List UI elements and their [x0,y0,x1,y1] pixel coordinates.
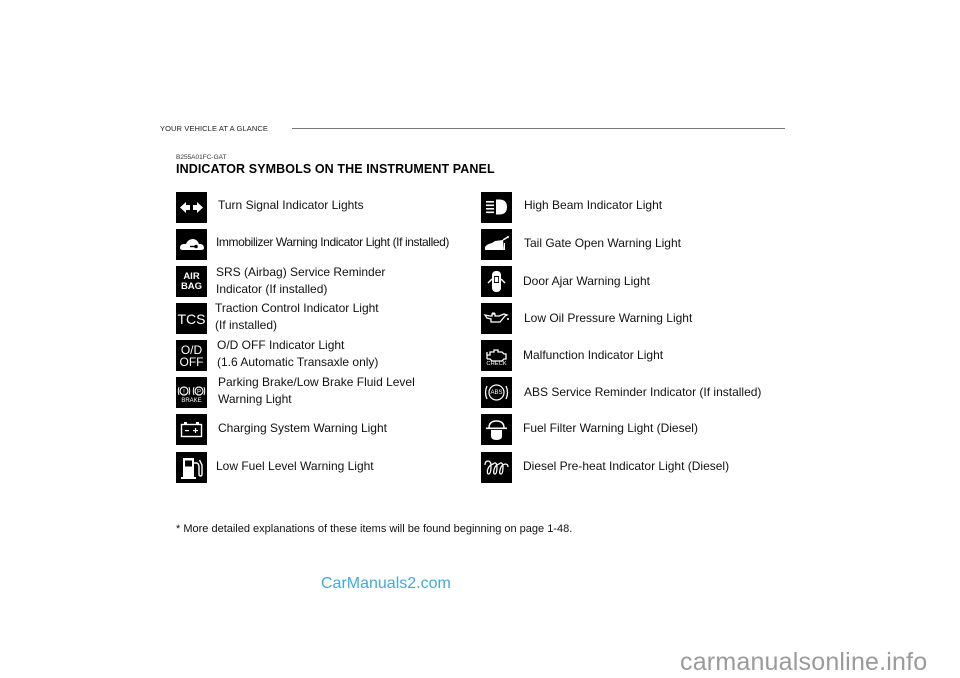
icon-text: ABS [490,389,503,396]
label-line: Traction Control Indicator Light [215,301,379,315]
left-item-3-label: SRS (Airbag) Service Reminder Indicator … [216,264,385,298]
icon-text: O/D [180,342,203,357]
label-line: (If installed) [215,318,278,332]
left-item-7-label: Charging System Warning Light [218,420,387,437]
running-head-rule [292,128,785,129]
right-item-3-label: Door Ajar Warning Light [523,273,650,290]
left-item-1-label: Turn Signal Indicator Lights [218,197,364,214]
right-item-5-label: Malfunction Indicator Light [523,347,663,364]
airbag-icon: AIR BAG [176,266,207,297]
high-beam-icon [481,192,512,223]
door-ajar-icon [481,266,512,297]
label-line: Low Fuel Level Warning Light [216,459,374,473]
label-line: Fuel Filter Warning Light (Diesel) [523,421,698,435]
section-code: B255A01FC-GAT [176,154,227,161]
right-item-2-label: Tail Gate Open Warning Light [524,235,681,252]
check-engine-icon: CHECK [481,340,512,371]
label-line: (1.6 Automatic Transaxle only) [217,355,379,369]
right-item-7-label: Fuel Filter Warning Light (Diesel) [523,420,698,437]
watermark-carmanualsonline[interactable]: carmanualsonline.info [680,648,927,677]
label-line: Turn Signal Indicator Lights [218,198,364,212]
label-line: SRS (Airbag) Service Reminder [216,265,386,279]
label-line: O/D OFF Indicator Light [217,338,345,352]
brake-icon: ! P BRAKE [176,377,207,408]
left-item-5-label: O/D OFF Indicator Light (1.6 Automatic T… [217,337,378,371]
left-item-8-label: Low Fuel Level Warning Light [216,458,374,475]
battery-icon [176,414,207,445]
fuel-filter-icon [481,414,512,445]
label-line: Immobilizer Warning Indicator Light (If … [216,235,449,249]
left-item-4-label: Traction Control Indicator Light (If ins… [215,300,379,334]
fuel-pump-icon [176,452,207,483]
abs-icon: ABS [481,377,512,408]
icon-text: OFF [179,354,204,369]
label-line: Low Oil Pressure Warning Light [524,311,693,325]
label-line: Door Ajar Warning Light [523,274,650,288]
label-line: Diesel Pre-heat Indicator Light (Diesel) [523,459,730,473]
label-line: High Beam Indicator Light [524,198,663,212]
glow-plug-icon [481,452,512,483]
svg-text:P: P [197,389,201,395]
tail-gate-icon [481,229,512,260]
left-item-2-label: Immobilizer Warning Indicator Light (If … [216,234,449,251]
running-head: YOUR VEHICLE AT A GLANCE [160,124,268,133]
page-title: INDICATOR SYMBOLS ON THE INSTRUMENT PANE… [176,162,495,176]
label-line: Parking Brake/Low Brake Fluid Level [218,375,415,389]
icon-text: BRAKE [181,397,202,404]
immobilizer-icon [176,229,207,260]
tcs-icon: TCS [176,303,207,334]
right-item-4-label: Low Oil Pressure Warning Light [524,310,692,327]
right-item-1-label: High Beam Indicator Light [524,197,662,214]
label-line: ABS Service Reminder Indicator (If insta… [524,385,762,399]
od-off-icon: O/D OFF [176,340,207,371]
label-line: Tail Gate Open Warning Light [524,236,681,250]
oil-can-icon [481,303,512,334]
turn-signal-icon [176,192,207,223]
icon-text: BAG [180,280,203,292]
right-item-6-label: ABS Service Reminder Indicator (If insta… [524,384,761,401]
icon-text: TCS [177,310,206,327]
label-line: Indicator (If installed) [216,282,328,296]
icon-text: CHECK [486,360,507,367]
footnote: * More detailed explanations of these it… [176,523,573,535]
label-line: Warning Light [218,392,292,406]
right-item-8-label: Diesel Pre-heat Indicator Light (Diesel) [523,458,729,475]
watermark-carmanuals2[interactable]: CarManuals2.com [321,575,451,593]
label-line: Charging System Warning Light [218,421,387,435]
left-item-6-label: Parking Brake/Low Brake Fluid Level Warn… [218,374,415,408]
label-line: Malfunction Indicator Light [523,348,664,362]
